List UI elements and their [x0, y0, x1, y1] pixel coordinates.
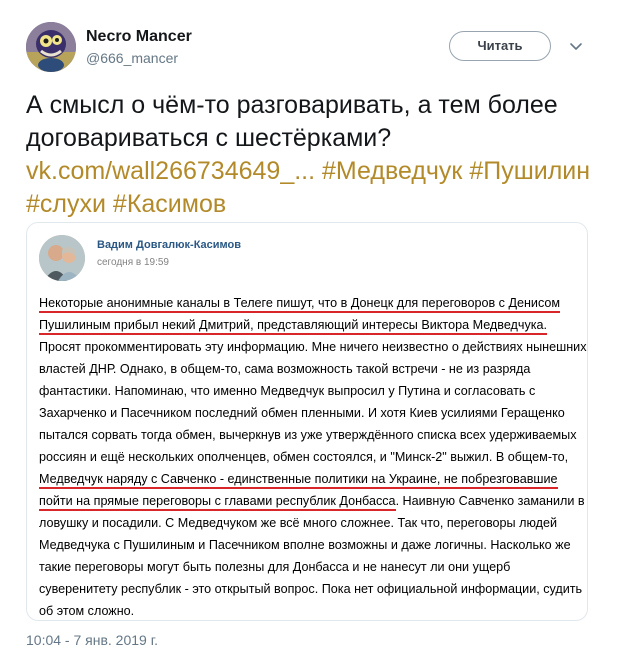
tweet-text: А смысл о чём-то разговаривать, а тем бо… — [26, 89, 606, 221]
post-text: . Наивную Савченко заманили в ловушку и … — [39, 494, 585, 618]
vk-post-time: сегодня в 19:59 — [97, 257, 169, 268]
author-name[interactable]: Necro Mancer — [86, 28, 192, 46]
hashtag[interactable]: #Касимов — [113, 190, 226, 218]
author-handle[interactable]: @666_mancer — [86, 50, 178, 66]
tweet-body: А смысл о чём-то разговаривать, а тем бо… — [26, 91, 558, 152]
hashtag[interactable]: #слухи — [26, 190, 106, 218]
chevron-down-icon[interactable] — [568, 38, 584, 54]
post-text: Просят прокомментировать эту информацию.… — [39, 340, 587, 464]
hashtag[interactable]: #Пушилин — [469, 157, 590, 185]
follow-button[interactable]: Читать — [449, 31, 551, 61]
vk-post-text: Некоторые анонимные каналы в Телеге пишу… — [39, 292, 591, 622]
tweet-link[interactable]: vk.com/wall266734649_... — [26, 157, 315, 185]
author-avatar[interactable] — [26, 22, 76, 72]
vk-author-name: Вадим Довгалюк-Касимов — [97, 239, 242, 251]
underlined-text: Некоторые анонимные каналы в Телеге пишу… — [39, 296, 561, 335]
attached-image-card[interactable]: Вадим Довгалюк-Касимов сегодня в 19:59 Н… — [26, 222, 588, 621]
tweet-timestamp[interactable]: 10:04 - 7 янв. 2019 г. — [26, 632, 158, 648]
hashtag[interactable]: #Медведчук — [322, 157, 462, 185]
vk-author-avatar — [39, 235, 85, 281]
